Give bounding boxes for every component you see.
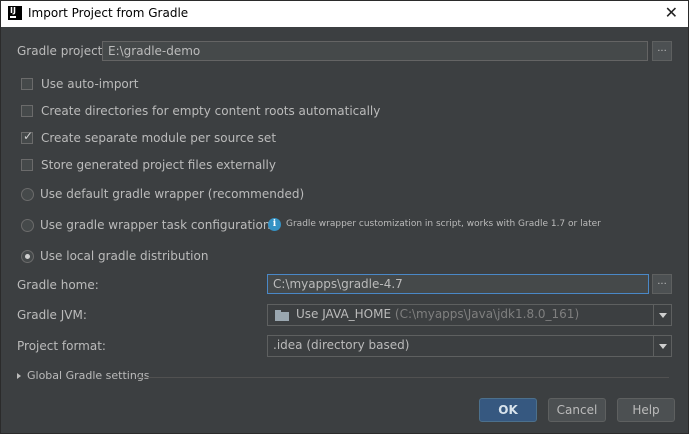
gradle-jvm-label: Gradle JVM: bbox=[17, 308, 87, 322]
chevron-down-icon[interactable] bbox=[653, 336, 671, 356]
create-dirs-label: Create directories for empty content roo… bbox=[41, 104, 381, 118]
close-icon[interactable]: ✕ bbox=[665, 4, 678, 22]
gradle-jvm-select[interactable]: Use JAVA_HOME (C:\myapps\Java\jdk1.8.0_1… bbox=[267, 304, 672, 326]
local-distribution-label: Use local gradle distribution bbox=[40, 249, 209, 263]
gradle-project-browse-button[interactable]: ... bbox=[652, 41, 672, 61]
global-settings-label: Global Gradle settings bbox=[27, 369, 150, 382]
separate-module-label: Create separate module per source set bbox=[41, 131, 277, 145]
gradle-home-label: Gradle home: bbox=[17, 278, 99, 292]
folder-icon bbox=[275, 310, 289, 321]
intellij-icon: IJ bbox=[8, 6, 22, 20]
gradle-jvm-value-wrap: Use JAVA_HOME (C:\myapps\Java\jdk1.8.0_1… bbox=[296, 307, 579, 321]
store-externally-label: Store generated project files externally bbox=[41, 158, 276, 172]
gradle-project-input[interactable]: E:\gradle-demo bbox=[102, 41, 648, 61]
default-wrapper-label: Use default gradle wrapper (recommended) bbox=[40, 187, 305, 201]
auto-import-checkbox[interactable] bbox=[21, 78, 33, 90]
checkmark-icon: ✓ bbox=[23, 129, 34, 143]
wrapper-task-label: Use gradle wrapper task configuration bbox=[40, 218, 271, 232]
title-bar: IJ Import Project from Gradle ✕ bbox=[1, 1, 688, 27]
gradle-jvm-path: (C:\myapps\Java\jdk1.8.0_161) bbox=[394, 307, 580, 321]
project-format-value: .idea (directory based) bbox=[273, 338, 410, 352]
project-format-select[interactable]: .idea (directory based) bbox=[267, 335, 672, 357]
wrapper-task-radio[interactable] bbox=[21, 219, 34, 232]
create-dirs-checkbox[interactable] bbox=[21, 105, 33, 117]
info-icon: i bbox=[268, 218, 281, 231]
auto-import-label: Use auto-import bbox=[41, 77, 139, 91]
help-button[interactable]: Help bbox=[617, 398, 675, 422]
import-gradle-dialog: IJ Import Project from Gradle ✕ Gradle p… bbox=[0, 0, 689, 434]
default-wrapper-radio[interactable] bbox=[21, 188, 34, 201]
cancel-button[interactable]: Cancel bbox=[548, 398, 606, 422]
wrapper-info-text: Gradle wrapper customization in script, … bbox=[286, 219, 601, 229]
divider bbox=[137, 377, 669, 378]
gradle-project-label: Gradle project: bbox=[17, 44, 107, 58]
gradle-home-input[interactable]: C:\myapps\gradle-4.7 bbox=[267, 274, 649, 294]
project-format-label: Project format: bbox=[17, 339, 106, 353]
expand-arrow-icon bbox=[17, 373, 21, 379]
gradle-jvm-value: Use JAVA_HOME bbox=[296, 307, 392, 321]
window-title: Import Project from Gradle bbox=[28, 6, 189, 20]
local-distribution-radio[interactable] bbox=[21, 250, 34, 263]
store-externally-checkbox[interactable] bbox=[21, 159, 33, 171]
radio-dot bbox=[25, 254, 30, 259]
chevron-down-icon[interactable] bbox=[653, 305, 671, 325]
gradle-home-browse-button[interactable]: ... bbox=[652, 274, 672, 294]
ok-button[interactable]: OK bbox=[479, 398, 537, 422]
separate-module-checkbox[interactable]: ✓ bbox=[21, 129, 34, 144]
